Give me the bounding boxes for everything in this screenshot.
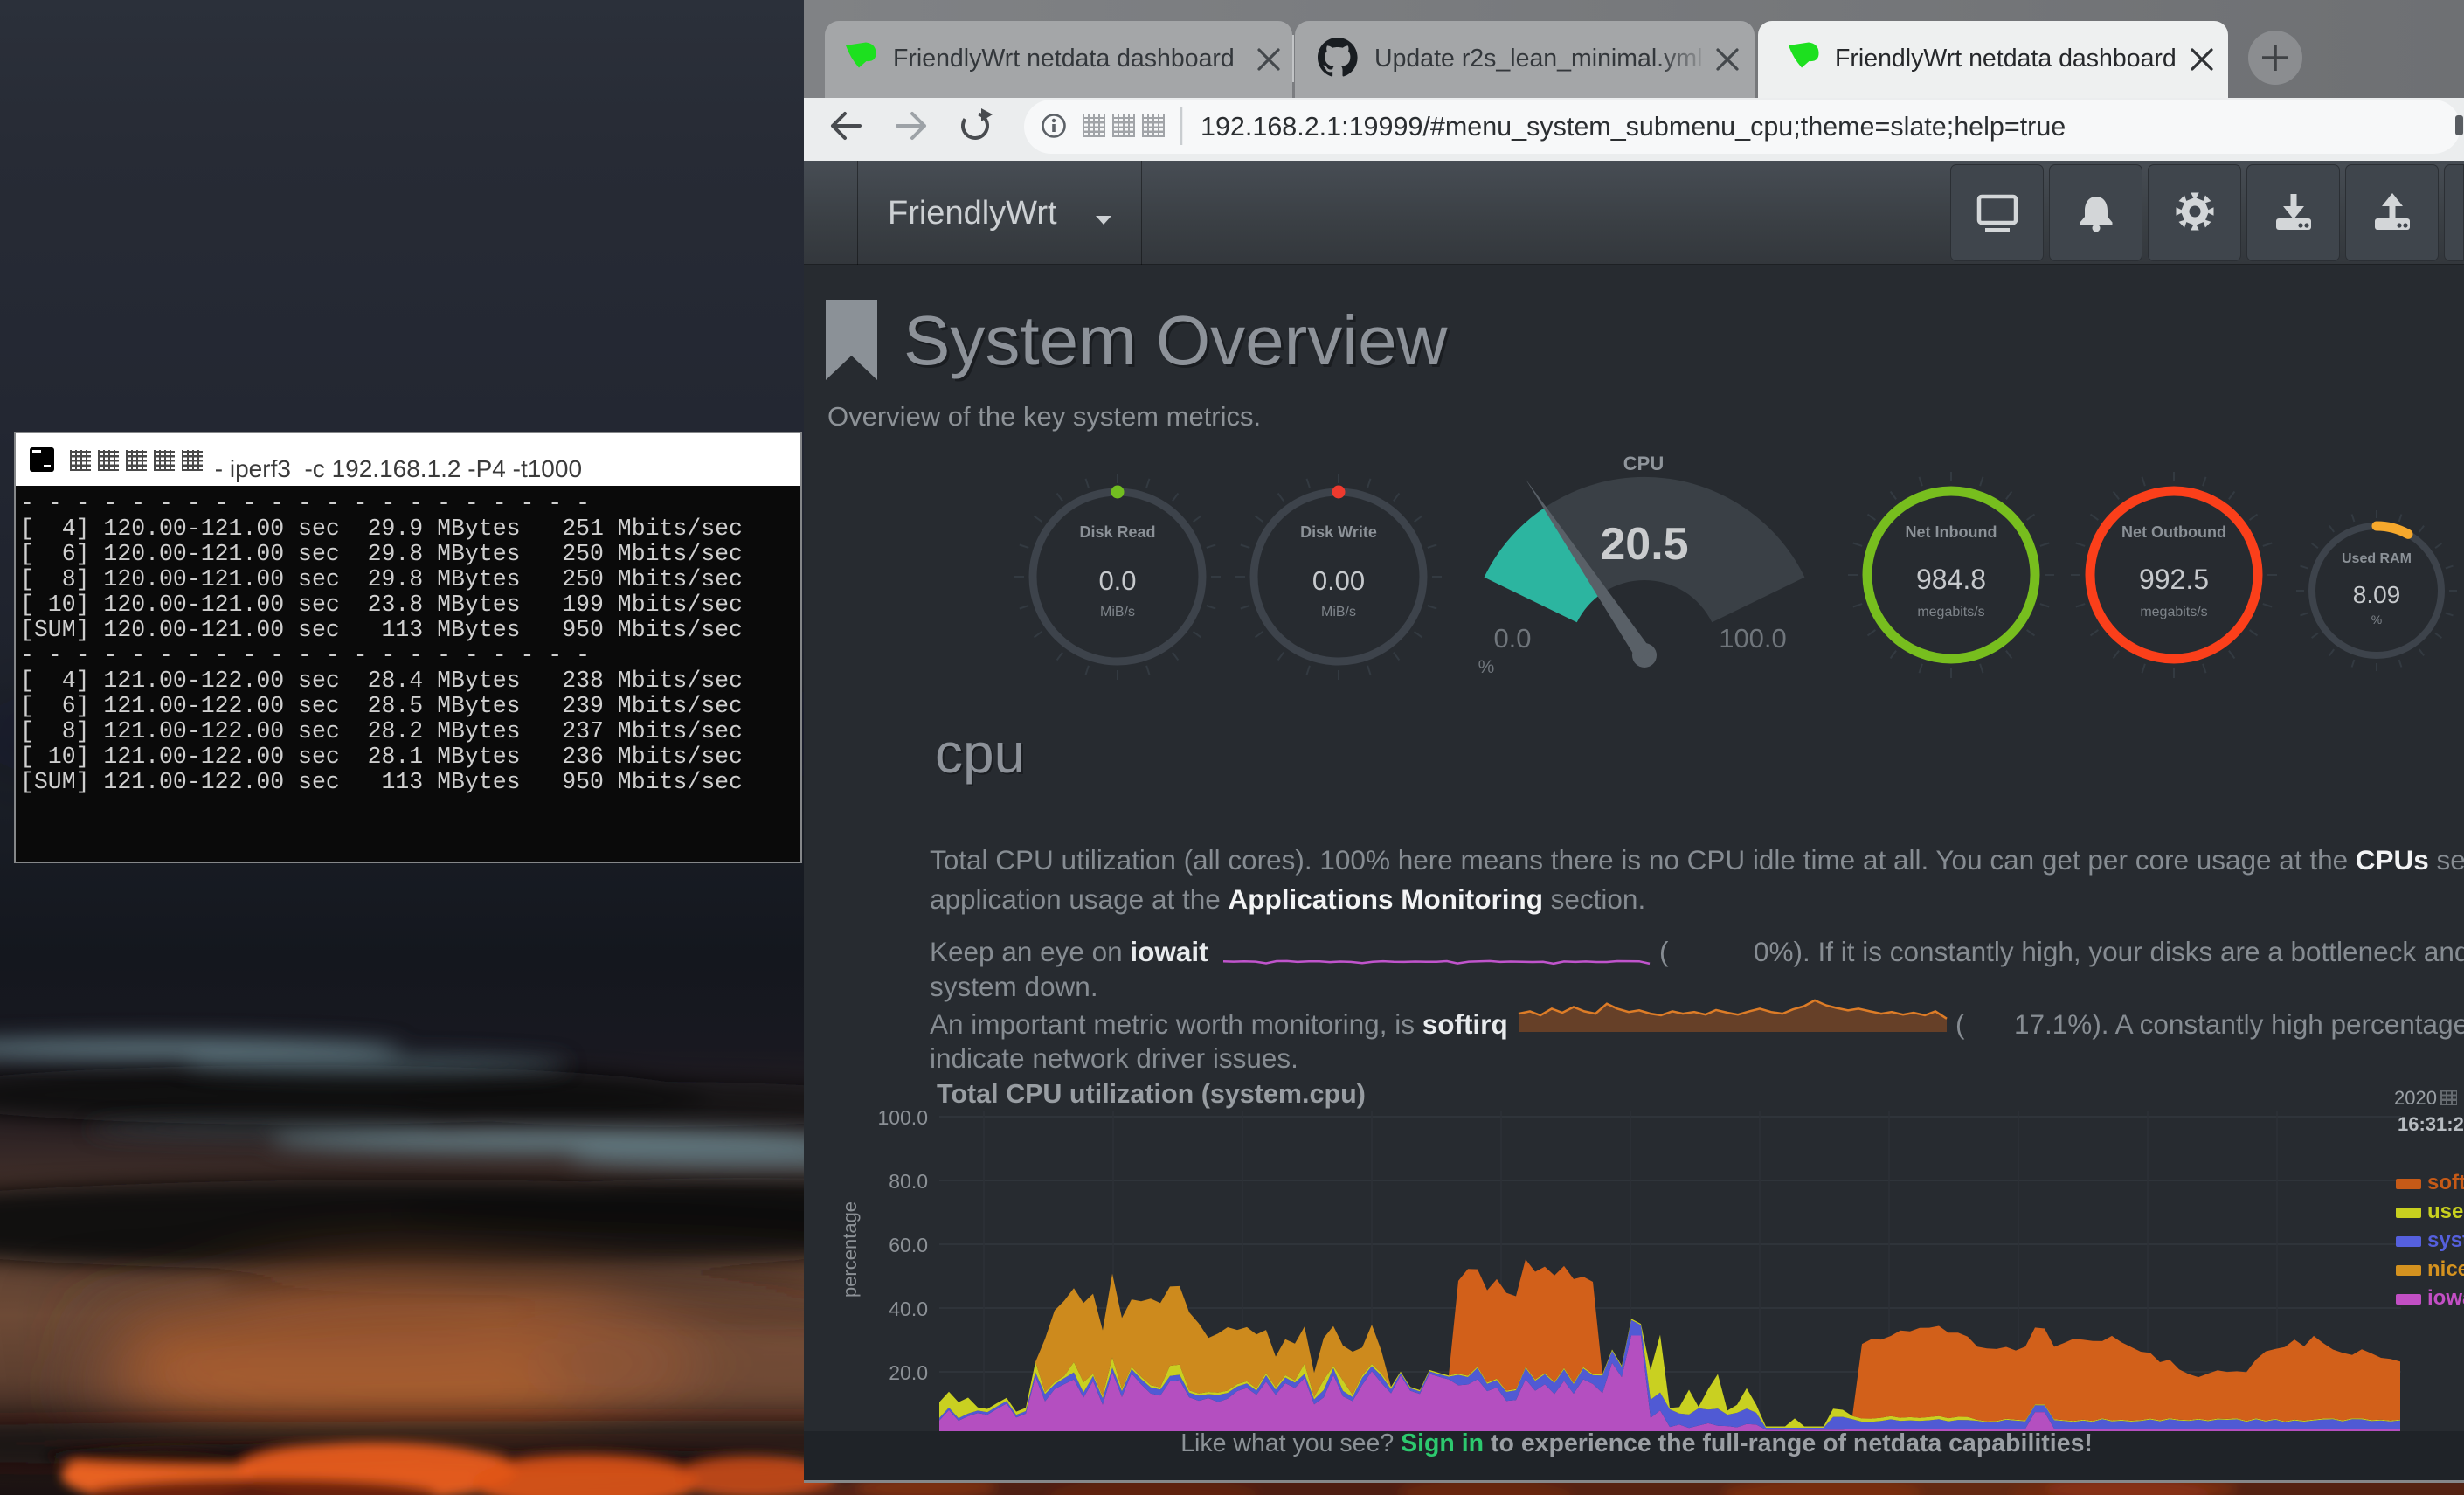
svg-text:nice: nice	[2427, 1257, 2464, 1281]
svg-text:20.5: 20.5	[1600, 519, 1688, 570]
svg-text:[ 10] 121.00-122.00 sec 28.1: [ 10] 121.00-122.00 sec 28.1 MBytes 236 …	[20, 744, 743, 770]
svg-text:[ 8] 121.00-122.00 sec 28.2: [ 8] 121.00-122.00 sec 28.2 MBytes 237 M…	[20, 718, 743, 744]
svg-text:megabits/s: megabits/s	[1917, 605, 1984, 619]
svg-text:[SUM] 120.00-121.00 sec 113: [SUM] 120.00-121.00 sec 113 MBytes 950 M…	[20, 617, 743, 643]
svg-text:2020: 2020	[2394, 1087, 2437, 1109]
svg-text:percentage: percentage	[839, 1201, 861, 1298]
svg-text:An important metric worth moni: An important metric worth monitoring, is	[930, 1008, 1422, 1040]
svg-text:megabits/s: megabits/s	[2140, 605, 2207, 619]
svg-text:Overview of the key system met: Overview of the key system metrics.	[827, 401, 1261, 432]
svg-text:- iperf3 -c 192.168.1.2 -P4 -: - iperf3 -c 192.168.1.2 -P4 -t1000	[208, 455, 582, 482]
svg-text:softirq: softirq	[1422, 1008, 1508, 1040]
svg-text:Net Outbound: Net Outbound	[2121, 523, 2226, 541]
svg-text:[ 8] 120.00-121.00 sec 29.8: [ 8] 120.00-121.00 sec 29.8 MBytes 250 M…	[20, 566, 743, 592]
svg-text:20.0: 20.0	[889, 1361, 928, 1384]
svg-text:992.5: 992.5	[2139, 564, 2209, 595]
svg-text:- - - - - - - - - - - - - - -: - - - - - - - - - - - - - - - - - - - - …	[20, 642, 590, 668]
svg-text:100.0: 100.0	[877, 1106, 928, 1129]
svg-text:[SUM] 121.00-122.00 sec 113: [SUM] 121.00-122.00 sec 113 MBytes 950 M…	[20, 769, 743, 795]
svg-text:[ 6] 121.00-122.00 sec 28.5: [ 6] 121.00-122.00 sec 28.5 MBytes 239 M…	[20, 693, 743, 719]
svg-text:192.168.2.1:19999/#menu_system: 192.168.2.1:19999/#menu_system_submenu_c…	[1201, 112, 2066, 142]
svg-text:17.1%). A constantly high perc: 17.1%). A constantly high percentage can	[2014, 1008, 2464, 1040]
svg-text:system down.: system down.	[930, 971, 1098, 1002]
svg-text:Total CPU utilization (system.: Total CPU utilization (system.cpu)	[937, 1079, 1366, 1109]
svg-text:Used RAM: Used RAM	[2342, 551, 2412, 566]
svg-text:[ 4] 121.00-122.00 sec 28.4: [ 4] 121.00-122.00 sec 28.4 MBytes 238 M…	[20, 668, 743, 694]
svg-text:0%). If it is constantly high,: 0%). If it is constantly high, your disk…	[1754, 936, 2464, 967]
svg-text:iowait: iowait	[2427, 1286, 2464, 1310]
svg-text:Like what you see?: Like what you see?	[1180, 1429, 1401, 1457]
svg-text:to experience the full-range o: to experience the full-range of netdata …	[1484, 1429, 2093, 1457]
svg-text:[ 6] 120.00-121.00 sec 29.8: [ 6] 120.00-121.00 sec 29.8 MBytes 250 M…	[20, 541, 743, 567]
svg-text:[ 10] 120.00-121.00 sec 23.8: [ 10] 120.00-121.00 sec 23.8 MBytes 199 …	[20, 592, 743, 618]
svg-text:CPU: CPU	[1623, 453, 1664, 474]
svg-text:iowait: iowait	[1130, 936, 1208, 967]
svg-text:%: %	[1478, 657, 1495, 677]
svg-text:40.0: 40.0	[889, 1298, 928, 1320]
svg-text:16:31:2: 16:31:2	[2398, 1113, 2464, 1135]
svg-text:984.8: 984.8	[1916, 564, 1986, 595]
svg-text:0.0: 0.0	[1493, 623, 1531, 654]
svg-text:Disk Read: Disk Read	[1079, 523, 1155, 541]
svg-text:MiB/s: MiB/s	[1100, 605, 1135, 619]
svg-text:CPUs: CPUs	[2356, 844, 2429, 876]
svg-text:0.0: 0.0	[1098, 565, 1136, 596]
svg-text:Keep an eye on: Keep an eye on	[930, 936, 1130, 967]
svg-text:%: %	[2371, 613, 2382, 626]
svg-text:[ 4] 120.00-121.00 sec 29.9: [ 4] 120.00-121.00 sec 29.9 MBytes 251 M…	[20, 516, 743, 542]
svg-text:Sign in: Sign in	[1401, 1429, 1484, 1457]
svg-text:Total CPU utilization (all cor: Total CPU utilization (all cores). 100% …	[930, 844, 2356, 876]
svg-text:System Overview: System Overview	[903, 301, 1448, 379]
svg-text:8.09: 8.09	[2353, 581, 2401, 608]
svg-text:(: (	[1955, 1008, 1965, 1040]
svg-text:indicate network driver issues: indicate network driver issues.	[930, 1042, 1298, 1074]
svg-text:Net Inbound: Net Inbound	[1906, 523, 1997, 541]
svg-text:0.00: 0.00	[1312, 565, 1365, 596]
svg-text:cpu: cpu	[935, 722, 1025, 785]
svg-text:- - - - - - - - - - - - - - -: - - - - - - - - - - - - - - - - - - - - …	[20, 490, 590, 516]
svg-text:MiB/s: MiB/s	[1321, 605, 1356, 619]
svg-text:system: system	[2427, 1229, 2464, 1252]
svg-text:FriendlyWrt netdata dashboard: FriendlyWrt netdata dashboard	[893, 45, 1235, 73]
svg-text:section and per: section and per	[2429, 844, 2464, 876]
svg-text:application usage at the: application usage at the	[930, 883, 1229, 915]
svg-text:60.0: 60.0	[889, 1234, 928, 1256]
svg-text:Disk Write: Disk Write	[1300, 523, 1377, 541]
svg-text:user: user	[2427, 1200, 2464, 1223]
svg-text:(: (	[1659, 936, 1669, 967]
svg-text:80.0: 80.0	[889, 1170, 928, 1193]
svg-text:FriendlyWrt netdata dashboard: FriendlyWrt netdata dashboard	[1835, 45, 2177, 73]
svg-text:section.: section.	[1543, 883, 1645, 915]
svg-text:100.0: 100.0	[1719, 623, 1787, 654]
svg-text:FriendlyWrt: FriendlyWrt	[888, 195, 1057, 232]
svg-text:Applications Monitoring: Applications Monitoring	[1229, 883, 1543, 915]
svg-text:softirq: softirq	[2427, 1171, 2464, 1194]
